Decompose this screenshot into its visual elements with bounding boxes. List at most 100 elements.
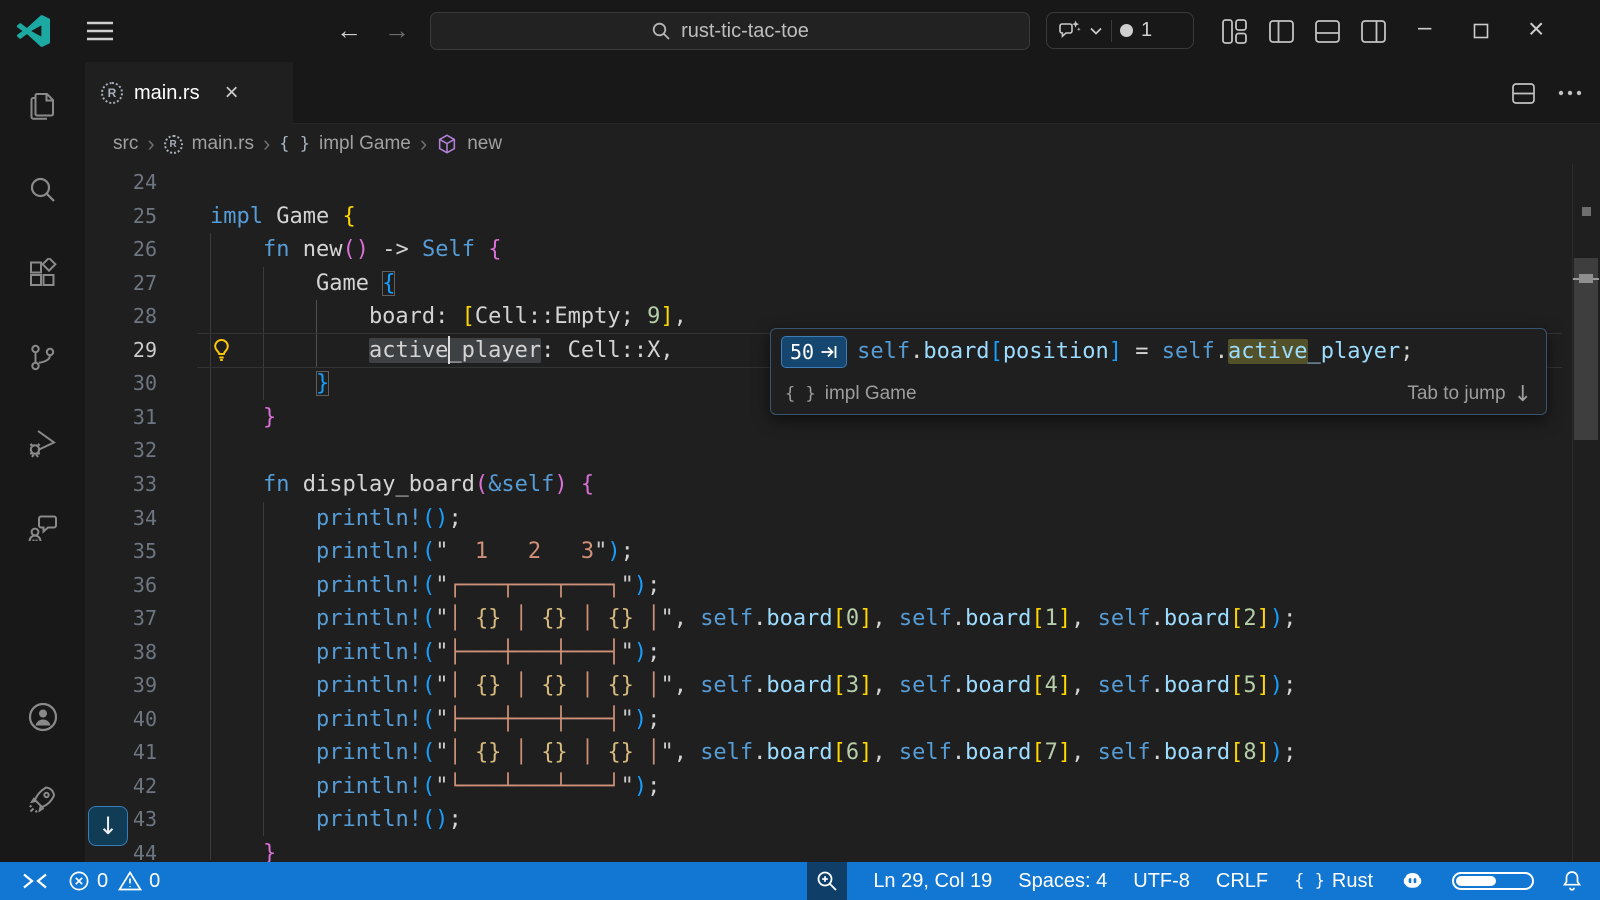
line-number: 35 (85, 535, 157, 569)
line-number: 26 (85, 233, 157, 267)
code-line-24[interactable]: 24 (85, 166, 1572, 200)
run-and-debug-icon[interactable] (27, 427, 58, 458)
window-maximize-button[interactable] (1473, 23, 1489, 39)
code-line-43[interactable]: 43 println!(); (85, 803, 1572, 837)
chat-icon[interactable] (27, 512, 59, 544)
code-line-27[interactable]: 27 Game { (85, 267, 1572, 301)
vertical-scrollbar[interactable] (1574, 258, 1598, 440)
copilot-goggles-icon (1399, 868, 1426, 895)
lightbulb-icon[interactable] (209, 337, 234, 362)
problems-warnings[interactable]: 0 (118, 862, 160, 900)
copilot-control[interactable]: 1 (1046, 12, 1194, 49)
language-mode[interactable]: { } Rust (1294, 862, 1373, 900)
code-line-39[interactable]: 39 println!("│ {} │ {} │ {} │", self.boa… (85, 669, 1572, 703)
warning-count: 0 (149, 870, 160, 893)
go-forward-button[interactable]: → (384, 15, 410, 45)
copilot-chat-icon (1057, 19, 1081, 43)
indentation-setting[interactable]: Spaces: 4 (1018, 862, 1107, 900)
breadcrumb-separator: › (420, 131, 427, 157)
line-number: 33 (85, 468, 157, 502)
code-line-41[interactable]: 41 println!("│ {} │ {} │ {} │", self.boa… (85, 736, 1572, 770)
code-line-26[interactable]: 26 fn new() -> Self { (85, 233, 1572, 267)
code-editor[interactable]: 2425impl Game {26 fn new() -> Self {27 G… (85, 164, 1600, 862)
tab-main-rs[interactable]: R main.rs × (85, 62, 293, 124)
source-control-icon[interactable] (27, 342, 58, 373)
code-line-33[interactable]: 33 fn display_board(&self) { (85, 468, 1572, 502)
line-number: 38 (85, 636, 157, 670)
inline-edit-jump-target[interactable]: ↓ (88, 806, 128, 846)
command-center-search[interactable]: rust-tic-tac-toe (430, 12, 1030, 50)
more-actions-icon[interactable] (1558, 89, 1582, 97)
breadcrumb-separator: › (263, 131, 270, 157)
breadcrumb-new[interactable]: new (467, 133, 502, 155)
go-back-button[interactable]: ← (336, 15, 362, 45)
code-line-32[interactable]: 32 (85, 434, 1572, 468)
suggested-code: self.board[position] = self.active_playe… (857, 337, 1413, 367)
split-editor-icon[interactable] (1511, 81, 1536, 106)
code-line-36[interactable]: 36 println!("┌───┬───┬───┐"); (85, 569, 1572, 603)
tab-close-icon[interactable]: × (225, 79, 239, 107)
notifications-bell[interactable] (1560, 862, 1584, 900)
namespace-icon: { } (279, 134, 310, 154)
line-number: 27 (85, 267, 157, 301)
line-number: 32 (85, 434, 157, 468)
rocket-icon[interactable] (27, 783, 59, 815)
account-icon[interactable] (27, 701, 59, 733)
line-number: 36 (85, 569, 157, 603)
breadcrumb-main-rs[interactable]: main.rs (192, 133, 254, 155)
code-line-42[interactable]: 42 println!("└───┴───┴───┘"); (85, 770, 1572, 804)
warning-icon (118, 870, 142, 892)
code-line-34[interactable]: 34 println!(); (85, 502, 1572, 536)
explorer-icon[interactable] (27, 90, 58, 121)
line-number: 25 (85, 200, 157, 234)
code-line-25[interactable]: 25impl Game { (85, 200, 1572, 234)
line-number: 29 (85, 334, 157, 368)
copilot-status-icon[interactable] (1399, 862, 1426, 900)
code-line-40[interactable]: 40 println!("├───┼───┼───┤"); (85, 703, 1572, 737)
cursor-position[interactable]: Ln 29, Col 19 (873, 862, 992, 900)
chevron-down-icon[interactable] (1089, 26, 1103, 36)
line-number: 30 (85, 367, 157, 401)
breadcrumb-impl-game[interactable]: impl Game (319, 133, 411, 155)
search-icon (651, 21, 671, 41)
overview-ruler-border (1572, 164, 1573, 862)
search-sidebar-icon[interactable] (27, 174, 58, 205)
tab-bar: R main.rs × (85, 62, 1600, 124)
line-number: 39 (85, 669, 157, 703)
window-close-button[interactable]: × (1528, 13, 1544, 45)
progress-pill (1452, 872, 1534, 890)
rust-file-icon: R (164, 135, 183, 154)
code-line-35[interactable]: 35 println!(" 1 2 3"); (85, 535, 1572, 569)
customize-layout-icon[interactable] (1221, 18, 1248, 45)
text-cursor (448, 336, 450, 364)
toggle-secondary-sidebar-icon[interactable] (1360, 18, 1387, 45)
search-value: rust-tic-tac-toe (681, 20, 809, 43)
inline-edit-suggestion-popup[interactable]: 50 self.board[position] = self.active_pl… (770, 328, 1547, 415)
toggle-panel-icon[interactable] (1314, 18, 1341, 45)
eol-setting[interactable]: CRLF (1216, 862, 1268, 900)
menu-hamburger-icon[interactable] (86, 20, 114, 42)
breadcrumb-src[interactable]: src (113, 133, 138, 155)
braces-icon: { } (1294, 871, 1325, 891)
toggle-primary-sidebar-icon[interactable] (1268, 18, 1295, 45)
zoom-indicator[interactable] (807, 862, 847, 900)
line-number: 41 (85, 736, 157, 770)
activity-bar (0, 62, 86, 862)
jump-line-number: 50 (790, 340, 814, 364)
code-line-38[interactable]: 38 println!("├───┼───┼───┤"); (85, 636, 1572, 670)
error-count: 0 (97, 870, 108, 893)
title-bar: ← → rust-tic-tac-toe 1 – × (0, 0, 1600, 63)
zoom-in-icon (815, 869, 839, 893)
window-minimize-button[interactable]: – (1418, 14, 1431, 42)
bell-icon (1560, 869, 1584, 893)
namespace-icon: { } (785, 384, 816, 404)
problems-errors[interactable]: 0 (68, 862, 108, 900)
status-bar: 0 0 Ln 29, Col 19 Spaces: 4 UTF-8 CRLF {… (0, 862, 1600, 900)
encoding-setting[interactable]: UTF-8 (1133, 862, 1190, 900)
remote-indicator[interactable] (12, 862, 58, 900)
extensions-icon[interactable] (27, 258, 58, 289)
tab-label: main.rs (134, 82, 200, 105)
code-line-37[interactable]: 37 println!("│ {} │ {} │ {} │", self.boa… (85, 602, 1572, 636)
breadcrumb: src › R main.rs › { } impl Game › new (85, 124, 1600, 164)
code-line-44[interactable]: 44 } (85, 837, 1572, 862)
